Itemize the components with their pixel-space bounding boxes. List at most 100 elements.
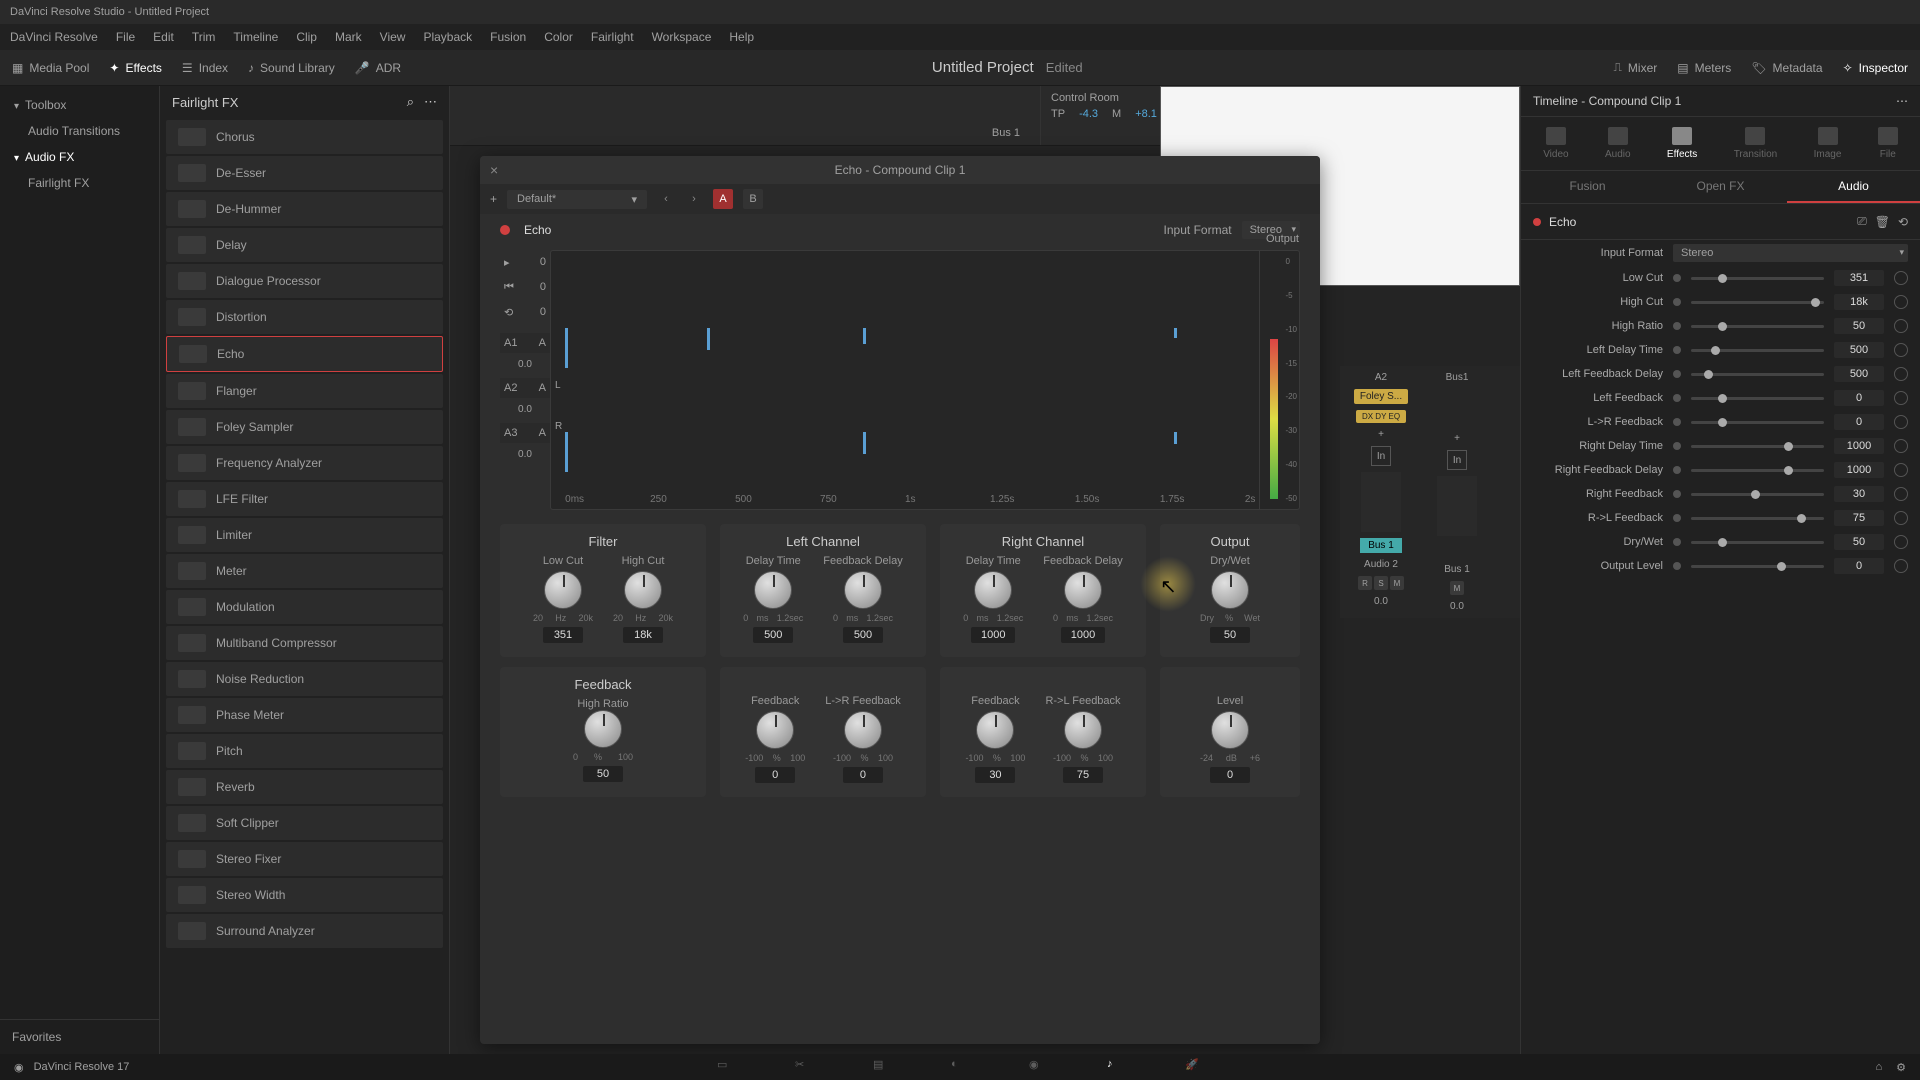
param-slider[interactable] — [1691, 517, 1824, 520]
fx-item-reverb[interactable]: Reverb — [166, 770, 443, 804]
effects-button[interactable]: ✦ Effects — [109, 61, 162, 75]
menu-help[interactable]: Help — [729, 30, 754, 44]
param-value[interactable]: 351 — [1834, 270, 1884, 286]
keyframe-icon[interactable] — [1673, 298, 1681, 306]
knob-dial[interactable] — [1064, 711, 1102, 749]
param-slider[interactable] — [1691, 469, 1824, 472]
reset-icon[interactable] — [1894, 535, 1908, 549]
reset-icon[interactable] — [1894, 439, 1908, 453]
knob-value[interactable]: 18k — [623, 627, 663, 643]
param-value[interactable]: 500 — [1834, 342, 1884, 358]
next-preset-button[interactable]: › — [685, 190, 703, 208]
mixer-track-bus1[interactable]: Bus1 + In Bus 1 M 0.0 — [1422, 372, 1492, 612]
fx-item-modulation[interactable]: Modulation — [166, 590, 443, 624]
inspector-tab-audio[interactable]: Audio — [1605, 127, 1631, 160]
fx-item-pitch[interactable]: Pitch — [166, 734, 443, 768]
page-deliver-button[interactable]: 🚀 — [1185, 1058, 1203, 1076]
menu-fusion[interactable]: Fusion — [490, 30, 526, 44]
options-icon[interactable]: ⋯ — [1896, 94, 1908, 108]
compare-a-button[interactable]: A — [713, 189, 733, 209]
menu-mark[interactable]: Mark — [335, 30, 362, 44]
knob-value[interactable]: 0 — [1210, 767, 1250, 783]
mixer-button[interactable]: ⎍ Mixer — [1614, 60, 1658, 75]
param-value[interactable]: 0 — [1834, 390, 1884, 406]
fx-item-stereo-fixer[interactable]: Stereo Fixer — [166, 842, 443, 876]
keyframe-icon[interactable] — [1673, 274, 1681, 282]
fairlight-fx-node[interactable]: Fairlight FX — [0, 170, 159, 196]
param-value[interactable]: 50 — [1834, 534, 1884, 550]
keyframe-icon[interactable] — [1673, 562, 1681, 570]
sound-library-button[interactable]: ♪ Sound Library — [248, 61, 335, 75]
add-icon[interactable]: + — [490, 192, 497, 206]
fx-item-limiter[interactable]: Limiter — [166, 518, 443, 552]
fx-item-lfe-filter[interactable]: LFE Filter — [166, 482, 443, 516]
param-slider[interactable] — [1691, 349, 1824, 352]
keyframe-icon[interactable] — [1673, 346, 1681, 354]
preset-select[interactable]: Default*▾ — [507, 190, 647, 209]
knob-dial[interactable] — [844, 571, 882, 609]
adr-button[interactable]: 🎤 ADR — [355, 61, 401, 75]
reset-icon[interactable] — [1894, 463, 1908, 477]
fx-item-stereo-width[interactable]: Stereo Width — [166, 878, 443, 912]
inspector-subtab-open-fx[interactable]: Open FX — [1654, 171, 1787, 203]
param-select[interactable]: Stereo — [1673, 244, 1908, 262]
reset-icon[interactable] — [1894, 271, 1908, 285]
knob-dial[interactable] — [544, 571, 582, 609]
reset-icon[interactable] — [1894, 343, 1908, 357]
param-slider[interactable] — [1691, 373, 1824, 376]
knob-value[interactable]: 30 — [975, 767, 1015, 783]
menu-fairlight[interactable]: Fairlight — [591, 30, 634, 44]
prev-preset-button[interactable]: ‹ — [657, 190, 675, 208]
knob-value[interactable]: 50 — [583, 766, 623, 782]
param-value[interactable]: 0 — [1834, 414, 1884, 430]
metadata-button[interactable]: 🏷 Metadata — [1751, 61, 1822, 75]
param-slider[interactable] — [1691, 325, 1824, 328]
reset-icon[interactable] — [1894, 295, 1908, 309]
fx-item-phase-meter[interactable]: Phase Meter — [166, 698, 443, 732]
menu-view[interactable]: View — [380, 30, 406, 44]
page-color-button[interactable]: ◉ — [1029, 1058, 1047, 1076]
media-pool-button[interactable]: ▦ Media Pool — [12, 61, 89, 75]
fx-item-frequency-analyzer[interactable]: Frequency Analyzer — [166, 446, 443, 480]
custom-controls-icon[interactable]: ⎚ — [1857, 214, 1867, 229]
param-slider[interactable] — [1691, 565, 1824, 568]
menu-file[interactable]: File — [116, 30, 135, 44]
knob-dial[interactable] — [844, 711, 882, 749]
audio-fx-node[interactable]: ▾Audio FX — [0, 144, 159, 170]
knob-value[interactable]: 0 — [755, 767, 795, 783]
menu-color[interactable]: Color — [544, 30, 573, 44]
inspector-subtab-fusion[interactable]: Fusion — [1521, 171, 1654, 203]
inspector-button[interactable]: ✧ Inspector — [1843, 61, 1908, 75]
keyframe-icon[interactable] — [1673, 538, 1681, 546]
knob-dial[interactable] — [754, 571, 792, 609]
knob-dial[interactable] — [756, 711, 794, 749]
play-icon[interactable]: ▸ — [504, 256, 510, 269]
fx-item-echo[interactable]: Echo — [166, 336, 443, 372]
knob-value[interactable]: 351 — [543, 627, 583, 643]
echo-graph[interactable]: L R 0ms2505007501s1.25s1.50s1.75s2s Outp… — [550, 250, 1300, 510]
knob-value[interactable]: 75 — [1063, 767, 1103, 783]
settings-icon[interactable]: ⚙ — [1896, 1061, 1906, 1074]
knob-value[interactable]: 500 — [843, 627, 883, 643]
inspector-effect-header[interactable]: Echo ⎚ 🗑 ⟲ — [1521, 204, 1920, 240]
mixer-track-a2[interactable]: A2 Foley S... DX DY EQ + In Bus 1 Audio … — [1346, 372, 1416, 612]
page-fairlight-button[interactable]: ♪ — [1107, 1058, 1125, 1076]
close-icon[interactable]: × — [490, 162, 498, 178]
keyframe-icon[interactable] — [1673, 394, 1681, 402]
param-value[interactable]: 1000 — [1834, 462, 1884, 478]
inspector-subtab-audio[interactable]: Audio — [1787, 171, 1920, 203]
param-slider[interactable] — [1691, 277, 1824, 280]
loop-icon[interactable]: ⟲ — [504, 306, 513, 319]
param-slider[interactable] — [1691, 445, 1824, 448]
inspector-tab-file[interactable]: File — [1878, 127, 1898, 160]
knob-dial[interactable] — [1211, 571, 1249, 609]
knob-value[interactable]: 0 — [843, 767, 883, 783]
inspector-tab-image[interactable]: Image — [1814, 127, 1842, 160]
reset-icon[interactable] — [1894, 391, 1908, 405]
param-slider[interactable] — [1691, 301, 1824, 304]
param-value[interactable]: 1000 — [1834, 438, 1884, 454]
menu-timeline[interactable]: Timeline — [233, 30, 278, 44]
menu-playback[interactable]: Playback — [423, 30, 472, 44]
keyframe-icon[interactable] — [1673, 466, 1681, 474]
page-edit-button[interactable]: ▤ — [873, 1058, 891, 1076]
